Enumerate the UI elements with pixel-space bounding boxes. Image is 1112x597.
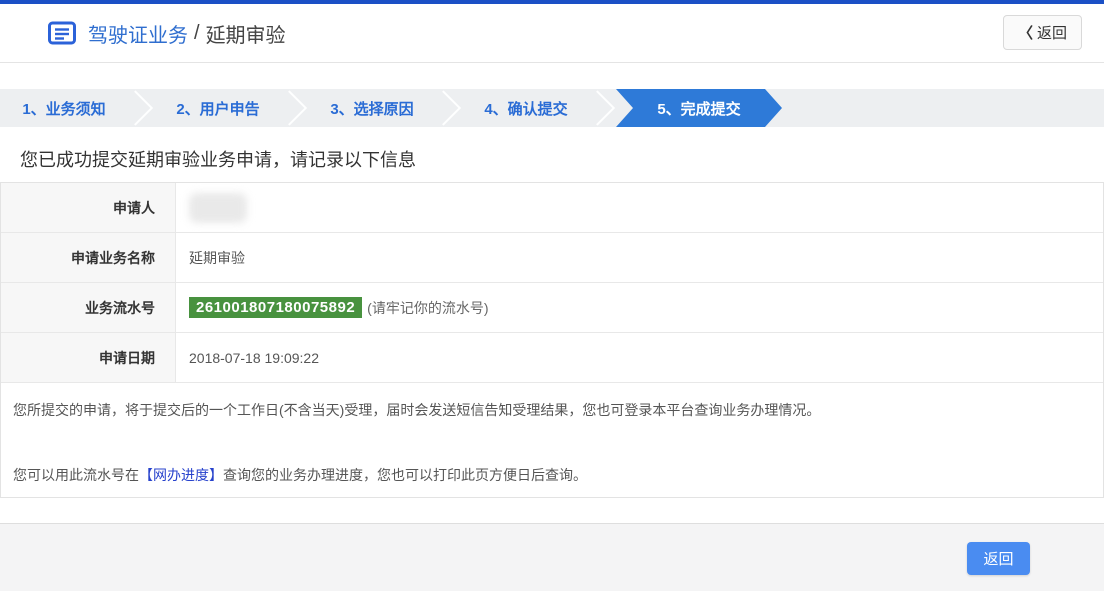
table-row-apply-date: 申请日期 2018-07-18 19:09:22 xyxy=(1,333,1103,383)
page-header: 驾驶证业务 / 延期审验 〈 返回 xyxy=(0,4,1104,63)
step-progress-bar: 1、业务须知 2、用户申告 3、选择原因 4、确认提交 5、完成提交 xyxy=(0,89,1104,127)
title-separator: / xyxy=(194,21,200,44)
serial-number-value: 261001807180075892 (请牢记你的流水号) xyxy=(176,283,1103,332)
step-separator-icon xyxy=(282,89,308,127)
footer-bar: 返回 xyxy=(0,523,1104,591)
serial-number-badge: 261001807180075892 xyxy=(189,297,363,318)
back-button-top[interactable]: 〈 返回 xyxy=(1002,15,1082,50)
notes-section: 您所提交的申请，将于提交后的一个工作日(不含当天)受理，届时会发送短信告知受理结… xyxy=(1,383,1103,497)
back-button-top-label: 返回 xyxy=(1036,25,1067,42)
breadcrumb: 驾驶证业务 / 延期审验 xyxy=(0,19,286,48)
business-name-value: 延期审验 xyxy=(189,249,245,266)
applicant-label: 申请人 xyxy=(1,183,176,232)
step-2-user-declaration: 2、用户申告 xyxy=(176,100,260,118)
table-row-applicant: 申请人 xyxy=(1,183,1103,233)
note-progress-query: 您可以用此流水号在【网办进度】查询您的业务办理进度，您也可以打印此页方便日后查询… xyxy=(13,466,1091,486)
chevron-left-icon: 〈 xyxy=(1017,25,1033,42)
online-progress-link[interactable]: 【网办进度】 xyxy=(139,467,223,483)
apply-date-value: 2018-07-18 19:09:22 xyxy=(189,349,319,366)
table-row-business-name: 申请业务名称 延期审验 xyxy=(1,233,1103,283)
step-separator-icon xyxy=(436,89,462,127)
step-3-select-reason: 3、选择原因 xyxy=(330,100,414,118)
note-progress-prefix: 您可以用此流水号在 xyxy=(13,466,139,483)
step-separator-icon xyxy=(590,89,616,127)
step-1-business-notice: 1、业务须知 xyxy=(22,100,106,118)
page-title-business: 驾驶证业务 xyxy=(88,24,188,47)
serial-number-note: (请牢记你的流水号) xyxy=(367,299,489,316)
applicant-value xyxy=(176,183,1103,232)
list-icon xyxy=(48,21,76,45)
apply-date-label: 申请日期 xyxy=(1,333,176,382)
page-title-service: 延期审验 xyxy=(205,24,286,47)
step-separator-icon xyxy=(128,89,154,127)
redacted-name-blur xyxy=(189,192,247,223)
note-progress-suffix: 查询您的业务办理进度，您也可以打印此页方便日后查询。 xyxy=(223,466,587,483)
serial-number-label: 业务流水号 xyxy=(1,283,176,332)
result-info-card: 申请人 申请业务名称 延期审验 业务流水号 261001807180075892… xyxy=(0,182,1104,498)
step-5-complete-submit: 5、完成提交 xyxy=(616,89,782,127)
business-name-label: 申请业务名称 xyxy=(1,233,176,282)
page: 驾驶证业务 / 延期审验 〈 返回 1、业务须知 2、用户申告 3、选择原因 4… xyxy=(0,0,1112,597)
step-4-confirm-submit: 4、确认提交 xyxy=(484,100,568,118)
table-row-serial-number: 业务流水号 261001807180075892 (请牢记你的流水号) xyxy=(1,283,1103,333)
note-processing-time: 您所提交的申请，将于提交后的一个工作日(不含当天)受理，届时会发送短信告知受理结… xyxy=(13,402,821,418)
back-button-bottom[interactable]: 返回 xyxy=(967,542,1030,575)
success-message: 您已成功提交延期审验业务申请，请记录以下信息 xyxy=(20,150,416,170)
